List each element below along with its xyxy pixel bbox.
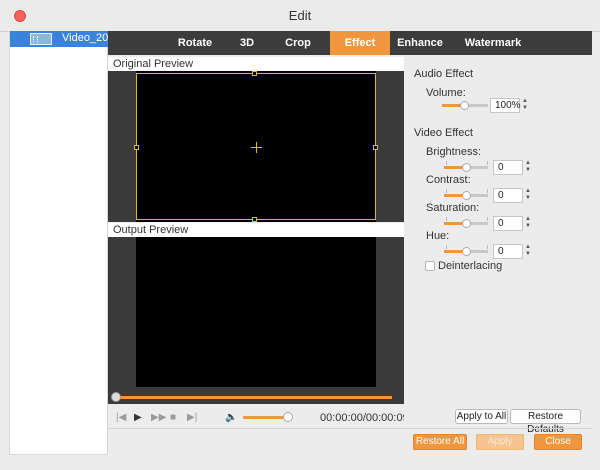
tab-effect[interactable]: Effect [330,31,390,55]
audio-volume-input[interactable]: 100% [490,98,521,113]
hue-label: Hue: [426,230,450,242]
edit-window: Edit Video_20-... Rotate 3D Crop Effect … [0,0,600,470]
close-button[interactable]: Close [534,434,582,450]
play-icon[interactable]: ▶ [134,412,142,423]
file-list: Video_20-... [9,31,121,455]
time-readout: 00:00:00/00:00:09 [320,412,409,424]
tab-rotate[interactable]: Rotate [170,31,220,55]
skip-end-icon[interactable]: ▶| [187,412,197,423]
effect-panel: Audio Effect Volume: 100% ▲ ▼ Video Effec… [404,55,592,435]
title-bar: Edit [0,0,600,32]
window-title: Edit [288,8,312,23]
contrast-stepper-icon[interactable]: ▲ ▼ [523,188,533,203]
stop-icon[interactable]: ■ [170,412,176,423]
restore-defaults-button[interactable]: Restore Defaults [510,409,581,435]
crop-handle-bottom[interactable] [252,217,257,222]
tab-watermark[interactable]: Watermark [460,31,526,55]
contrast-knob[interactable] [462,191,471,200]
hue-knob[interactable] [462,247,471,256]
skip-back-icon[interactable]: |◀ [116,412,126,423]
playback-progress-bar[interactable] [114,396,392,399]
audio-volume-stepper-icon[interactable]: ▲ ▼ [520,98,530,113]
fast-forward-icon[interactable]: ▶▶ [151,412,166,423]
contrast-label: Contrast: [426,174,471,186]
brightness-input[interactable]: 0 [493,160,523,175]
bottom-divider [108,428,592,429]
output-preview-label: Output Preview [108,223,404,237]
crop-handle-left[interactable] [134,145,139,150]
original-preview-area [108,71,404,222]
video-thumbnail-icon [30,33,52,45]
contrast-input[interactable]: 0 [493,188,523,203]
tab-bar: Rotate 3D Crop Effect Enhance Watermark [108,31,592,55]
crosshair-icon-vertical [256,142,257,153]
original-preview-label: Original Preview [108,57,404,71]
brightness-stepper-icon[interactable]: ▲ ▼ [523,160,533,175]
brightness-knob[interactable] [462,163,471,172]
apply-button[interactable]: Apply [476,434,524,450]
audio-effect-title: Audio Effect [414,68,474,80]
hue-input[interactable]: 0 [493,244,523,259]
crop-handle-top[interactable] [252,71,257,76]
deinterlacing-checkbox[interactable] [425,261,435,271]
saturation-input[interactable]: 0 [493,216,523,231]
output-video-screen [136,237,376,387]
restore-all-button[interactable]: Restore All [413,434,467,450]
crop-handle-right[interactable] [373,145,378,150]
brightness-label: Brightness: [426,146,482,158]
saturation-label: Saturation: [426,202,480,214]
volume-label: Volume: [426,87,466,99]
playback-progress-knob[interactable] [111,392,121,402]
tab-enhance[interactable]: Enhance [394,31,446,55]
hue-stepper-icon[interactable]: ▲ ▼ [523,244,533,259]
video-effect-title: Video Effect [414,127,473,139]
saturation-stepper-icon[interactable]: ▲ ▼ [523,216,533,231]
apply-to-all-button[interactable]: Apply to All [455,409,508,424]
output-preview-area [108,237,404,404]
file-list-item[interactable]: Video_20-... [10,31,121,47]
volume-icon[interactable]: 🔈 [225,412,237,423]
deinterlacing-label: Deinterlacing [438,260,503,272]
volume-slider-knob[interactable] [283,412,293,422]
audio-volume-knob[interactable] [460,101,469,110]
tab-crop[interactable]: Crop [276,31,320,55]
saturation-knob[interactable] [462,219,471,228]
tab-3d[interactable]: 3D [230,31,264,55]
crop-frame[interactable] [134,71,378,222]
